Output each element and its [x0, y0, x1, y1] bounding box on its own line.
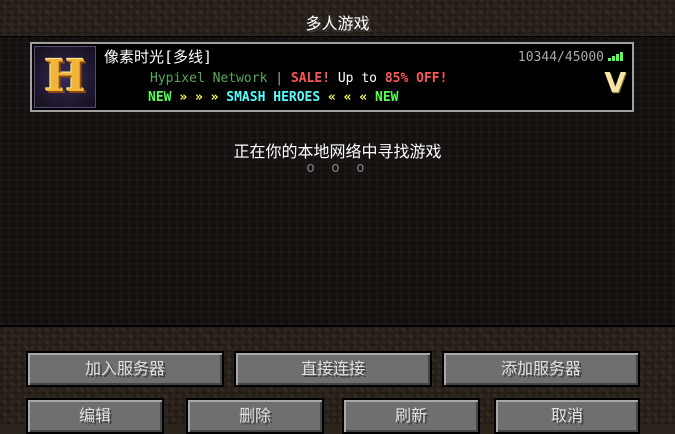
motd-separator: |	[275, 71, 284, 86]
motd-arrows-left: » » »	[179, 90, 219, 105]
server-icon: H	[34, 46, 96, 108]
server-name: 像素时光[多线]	[104, 48, 213, 66]
motd-line-1: Hypixel Network | SALE! Up to 85% OFF!	[150, 71, 447, 86]
motd-new-right: NEW	[375, 90, 399, 105]
hypixel-logo-icon: H	[44, 51, 86, 102]
server-badge-icon: V	[604, 66, 626, 99]
motd-percent: 85%	[384, 71, 409, 86]
motd-arrows-right: « « «	[328, 90, 368, 105]
motd-network: Hypixel Network	[150, 71, 268, 86]
screen-title: 多人游戏	[305, 14, 370, 33]
motd-line-2: NEW » » » SMASH HEROES « « « NEW	[148, 90, 398, 105]
join-server-button[interactable]: 加入服务器	[26, 351, 224, 387]
motd-sale: SALE!	[290, 71, 331, 86]
edit-button[interactable]: 编辑	[26, 398, 164, 434]
motd-new-left: NEW	[148, 90, 172, 105]
direct-connect-button[interactable]: 直接连接	[234, 351, 432, 387]
lan-scan-status: 正在你的本地网络中寻找游戏	[233, 142, 442, 161]
delete-button[interactable]: 删除	[186, 398, 324, 434]
add-server-button[interactable]: 添加服务器	[442, 351, 640, 387]
player-count: 10344/45000	[517, 50, 604, 65]
motd-off: OFF!	[416, 71, 448, 86]
refresh-button[interactable]: 刷新	[342, 398, 480, 434]
server-entry[interactable]: H 像素时光[多线] 10344/45000 V Hypixel Network…	[30, 42, 634, 112]
cancel-button[interactable]: 取消	[494, 398, 640, 434]
signal-bars-icon	[608, 49, 626, 61]
lan-scan-indicator: o o o	[306, 160, 369, 176]
motd-upto: Up to	[337, 71, 377, 86]
motd-event: SMASH HEROES	[226, 90, 321, 105]
